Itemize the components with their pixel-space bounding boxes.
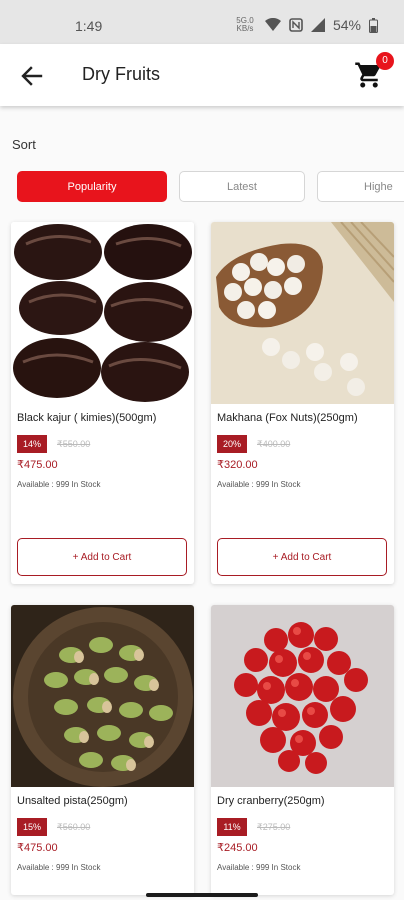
availability-text: Available : 999 In Stock — [17, 480, 101, 489]
status-time: 1:49 — [75, 18, 103, 34]
product-card[interactable]: Dry cranberry(250gm) 11% ₹275.00 ₹245.00… — [211, 605, 394, 895]
sort-popularity-button[interactable]: Popularity — [17, 171, 167, 202]
add-to-cart-button[interactable]: + Add to Cart — [217, 538, 387, 576]
battery-percent: 54% — [332, 17, 361, 33]
product-card[interactable]: Black kajur ( kimies)(500gm) 14% ₹550.00… — [11, 222, 194, 584]
sale-price: ₹245.00 — [217, 842, 258, 854]
original-price: ₹550.00 — [57, 439, 91, 449]
product-card[interactable]: Unsalted pista(250gm) 15% ₹560.00 ₹475.0… — [11, 605, 194, 895]
sort-highest-button[interactable]: Highe — [317, 171, 404, 202]
original-price: ₹400.00 — [257, 439, 291, 449]
page-title: Dry Fruits — [82, 64, 160, 84]
discount-badge: 20% — [217, 435, 247, 453]
battery-icon — [369, 17, 378, 33]
original-price: ₹560.00 — [57, 822, 91, 832]
cart-count-badge: 0 — [376, 52, 394, 70]
availability-text: Available : 999 In Stock — [217, 480, 301, 489]
nfc-icon — [289, 18, 303, 32]
signal-icon — [310, 18, 325, 32]
back-arrow-icon[interactable] — [18, 62, 46, 90]
availability-text: Available : 999 In Stock — [17, 863, 101, 872]
sort-latest-button[interactable]: Latest — [179, 171, 305, 202]
original-price: ₹275.00 — [257, 822, 291, 832]
home-gesture-bar[interactable] — [146, 893, 258, 897]
add-to-cart-button[interactable]: + Add to Cart — [17, 538, 187, 576]
availability-text: Available : 999 In Stock — [217, 863, 301, 872]
product-card[interactable]: Makhana (Fox Nuts)(250gm) 20% ₹400.00 ₹3… — [211, 222, 394, 584]
product-image-pistachio — [11, 605, 194, 787]
wifi-icon — [264, 18, 281, 31]
product-image-makhana — [211, 222, 394, 404]
discount-badge: 15% — [17, 818, 47, 836]
sale-price: ₹475.00 — [17, 842, 58, 854]
product-name: Unsalted pista(250gm) — [17, 795, 128, 807]
discount-badge: 11% — [217, 818, 247, 836]
product-image-cranberry — [211, 605, 394, 787]
sale-price: ₹320.00 — [217, 459, 258, 471]
sort-label: Sort — [12, 137, 36, 152]
discount-badge: 14% — [17, 435, 47, 453]
status-icons: 5G.0 KB/s 54% — [233, 17, 378, 33]
app-bar: Dry Fruits 0 — [0, 44, 404, 106]
product-name: Black kajur ( kimies)(500gm) — [17, 412, 157, 424]
sale-price: ₹475.00 — [17, 459, 58, 471]
product-image-dates — [11, 222, 194, 404]
product-name: Dry cranberry(250gm) — [217, 795, 325, 807]
product-name: Makhana (Fox Nuts)(250gm) — [217, 412, 358, 424]
status-bar: 1:49 5G.0 KB/s 54% — [0, 0, 404, 44]
network-speed: 5G.0 KB/s — [236, 16, 254, 33]
